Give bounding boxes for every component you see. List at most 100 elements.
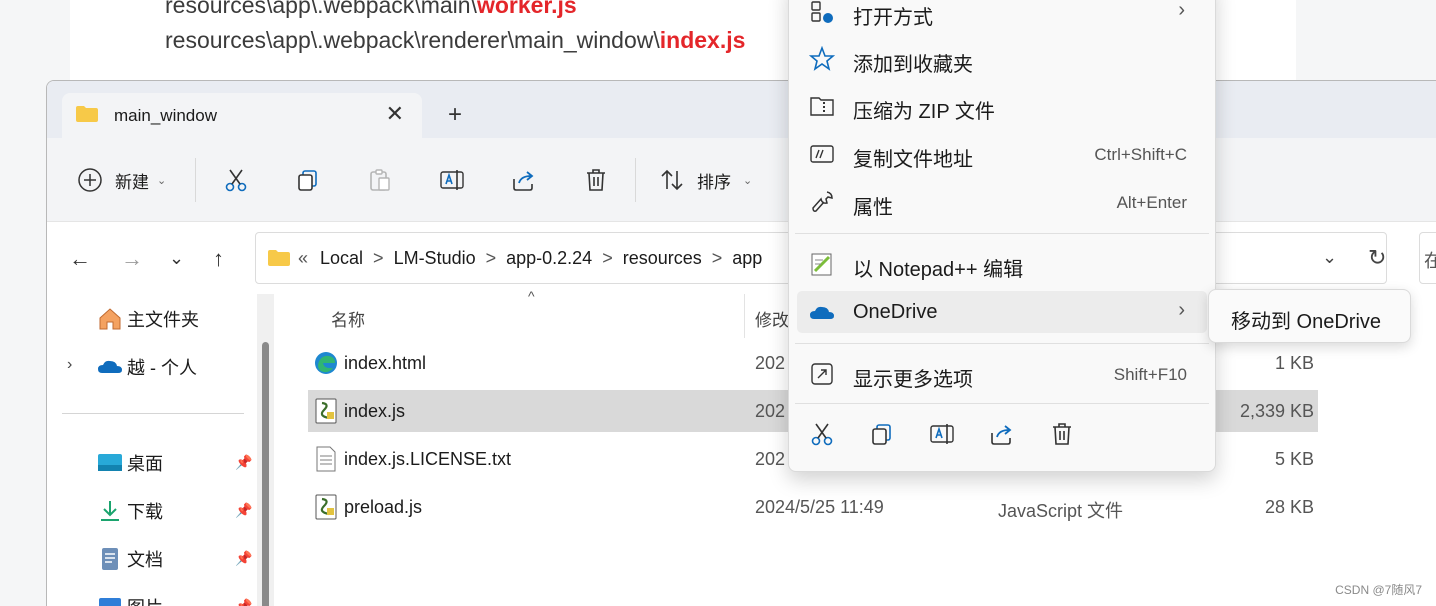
file-name: preload.js	[344, 497, 423, 517]
refresh-icon[interactable]: ↻	[1368, 245, 1386, 271]
folder-icon	[76, 106, 98, 122]
path-text: resources\app\.webpack\main\	[165, 0, 477, 18]
menu-item-onedrive[interactable]: OneDrive ›	[797, 291, 1207, 333]
breadcrumb-item[interactable]: LM-Studio	[394, 248, 476, 269]
share-button[interactable]	[511, 160, 537, 200]
new-tab-button[interactable]: +	[448, 101, 462, 129]
menu-item-notepadpp[interactable]: 以 Notepad++ 编辑	[797, 243, 1207, 285]
trash-icon[interactable]	[1049, 421, 1075, 447]
menu-item-move-to-onedrive[interactable]: 移动到 OneDrive	[1231, 305, 1381, 334]
folder-icon	[268, 250, 290, 266]
menu-item-label: 属性	[853, 197, 893, 219]
address-dropdown-icon[interactable]: ⌄	[1322, 247, 1337, 268]
menu-item-open-with[interactable]: 打开方式 ›	[797, 0, 1207, 33]
menu-item-label: 以 Notepad++ 编辑	[853, 259, 1024, 281]
recent-locations-icon[interactable]: ⌄	[169, 248, 184, 269]
cut-button[interactable]	[223, 160, 249, 200]
trash-icon	[587, 169, 605, 191]
breadcrumb-item[interactable]: app	[732, 248, 762, 269]
file-date: 202	[755, 353, 786, 373]
column-divider[interactable]	[744, 294, 745, 338]
file-explorer-window: main_window ✕ + 新建 ⌄ 排序 ⌄ ← → ⌄ ↑ « Loca…	[46, 80, 1436, 606]
close-tab-icon[interactable]: ✕	[386, 101, 404, 127]
breadcrumb-separator[interactable]: >	[373, 248, 384, 269]
breadcrumb-item[interactable]: resources	[623, 248, 702, 269]
menu-item-label: 添加到收藏夹	[853, 54, 973, 76]
breadcrumb-separator[interactable]: >	[486, 248, 497, 269]
menu-item-label: OneDrive	[853, 301, 938, 323]
sidebar-item-documents[interactable]: 文档	[97, 546, 163, 572]
copy-path-icon	[810, 145, 834, 163]
shortcut-text: Alt+Enter	[1116, 193, 1187, 212]
watermark: CSDN @7随风7	[1335, 583, 1422, 597]
shortcut-text: Shift+F10	[1113, 365, 1187, 384]
paste-button[interactable]	[367, 160, 393, 200]
copy-button[interactable]	[295, 160, 321, 200]
tab-title: main_window	[114, 106, 217, 125]
breadcrumb-separator[interactable]: >	[712, 248, 723, 269]
sidebar-item-onedrive[interactable]: 越 - 个人	[97, 354, 197, 380]
menu-item-label: 显示更多选项	[853, 369, 973, 391]
sort-button[interactable]: 排序 ⌄	[659, 160, 752, 200]
copy-icon[interactable]	[869, 421, 895, 447]
column-header-modified[interactable]: 修改	[755, 306, 789, 331]
file-name: index.js	[344, 401, 406, 421]
search-input[interactable]: 在	[1419, 232, 1436, 284]
paste-icon	[370, 169, 390, 191]
notepadpp-icon	[811, 253, 832, 276]
pin-icon[interactable]: 📌	[235, 550, 252, 567]
rename-button[interactable]	[439, 160, 465, 200]
sidebar-item-label: 下载	[127, 502, 163, 522]
new-button[interactable]: 新建 ⌄	[77, 160, 166, 200]
breadcrumb-separator[interactable]: >	[602, 248, 613, 269]
new-label: 新建	[115, 172, 149, 192]
pin-icon[interactable]: 📌	[235, 502, 252, 519]
pin-icon[interactable]: 📌	[235, 454, 252, 471]
star-icon	[809, 46, 835, 71]
text-file-icon	[316, 446, 336, 472]
sidebar-item-pictures[interactable]: 图片	[97, 594, 163, 606]
breadcrumb-item[interactable]: Local	[320, 248, 363, 269]
up-arrow-icon[interactable]: ↑	[213, 246, 224, 272]
table-row[interactable]: preload.js 2024/5/25 11:49 JavaScript 文件…	[308, 486, 1318, 528]
scissors-icon[interactable]	[809, 421, 835, 447]
sidebar-item-label: 桌面	[127, 454, 163, 474]
column-header-name[interactable]: 名称	[331, 306, 365, 331]
sidebar-item-desktop[interactable]: 桌面	[97, 450, 163, 476]
pin-icon[interactable]: 📌	[235, 598, 252, 606]
sort-label: 排序	[697, 172, 731, 192]
back-arrow-icon[interactable]: ←	[69, 246, 91, 272]
rename-icon[interactable]	[929, 421, 955, 447]
copy-icon	[298, 170, 317, 191]
sidebar-scrollbar[interactable]	[257, 294, 274, 606]
forward-arrow-icon[interactable]: →	[121, 246, 143, 272]
share-icon[interactable]	[989, 421, 1015, 447]
file-date: 2024/5/25 11:49	[755, 497, 884, 517]
sidebar-item-label: 越 - 个人	[127, 358, 197, 378]
overflow-chevron-icon[interactable]: «	[298, 248, 308, 269]
sidebar-item-label: 主文件夹	[127, 310, 199, 330]
zip-folder-icon	[810, 97, 834, 116]
scissors-icon	[225, 169, 247, 192]
menu-item-more-options[interactable]: 显示更多选项 Shift+F10	[797, 353, 1207, 395]
submenu-arrow-icon: ›	[1178, 0, 1185, 21]
address-bar-row: ← → ⌄ ↑ « Local > LM-Studio > app-0.2.24…	[47, 222, 1436, 294]
plus-circle-icon	[78, 168, 102, 192]
menu-item-compress-zip[interactable]: 压缩为 ZIP 文件	[797, 85, 1207, 127]
breadcrumb-item[interactable]: app-0.2.24	[506, 248, 592, 269]
sidebar-item-home[interactable]: 主文件夹	[97, 306, 199, 332]
menu-item-copy-path[interactable]: 复制文件地址 Ctrl+Shift+C	[797, 133, 1207, 175]
navigation-pane: 主文件夹 › 越 - 个人 桌面 📌 下载 📌 文档 📌 图片 📌	[47, 294, 272, 606]
tab-main-window[interactable]: main_window ✕	[62, 93, 422, 138]
file-name: index.js.LICENSE.txt	[344, 449, 512, 469]
delete-button[interactable]	[583, 160, 609, 200]
sort-ascending-icon: ^	[528, 288, 535, 304]
file-date: 202	[755, 401, 786, 421]
expand-chevron-icon[interactable]: ›	[67, 356, 72, 374]
sidebar-item-downloads[interactable]: 下载	[97, 498, 163, 524]
tab-bar: main_window ✕ +	[47, 81, 1436, 138]
menu-divider	[795, 343, 1209, 344]
menu-item-properties[interactable]: 属性 Alt+Enter	[797, 181, 1207, 223]
scrollbar-thumb[interactable]	[262, 342, 269, 606]
menu-item-add-favorites[interactable]: 添加到收藏夹	[797, 38, 1207, 80]
